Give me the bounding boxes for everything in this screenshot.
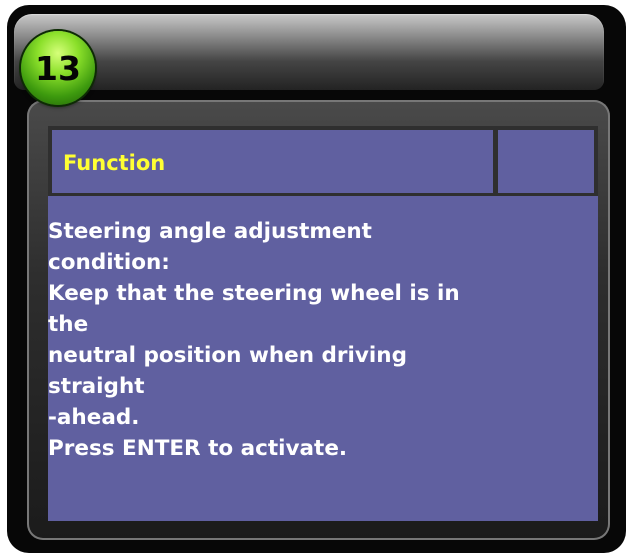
step-number: 13 [35, 49, 81, 88]
panel-header-side-cell [498, 130, 594, 193]
instruction-line: neutral position when driving [48, 343, 407, 368]
instruction-line: Steering angle adjustment [48, 219, 372, 244]
instruction-line: Press ENTER to activate. [48, 436, 348, 461]
instruction-line: Keep that the steering wheel is in [48, 281, 460, 306]
instruction-line: straight [48, 374, 145, 399]
step-number-badge: 13 [21, 31, 95, 105]
instruction-line: -ahead. [48, 405, 140, 430]
top-title-bar [14, 14, 604, 90]
instruction-line: the [48, 312, 89, 337]
instruction-line: condition: [48, 250, 170, 275]
panel-header-title: Function [63, 151, 166, 175]
instruction-text: Steering angle adjustment condition: Kee… [48, 216, 596, 464]
